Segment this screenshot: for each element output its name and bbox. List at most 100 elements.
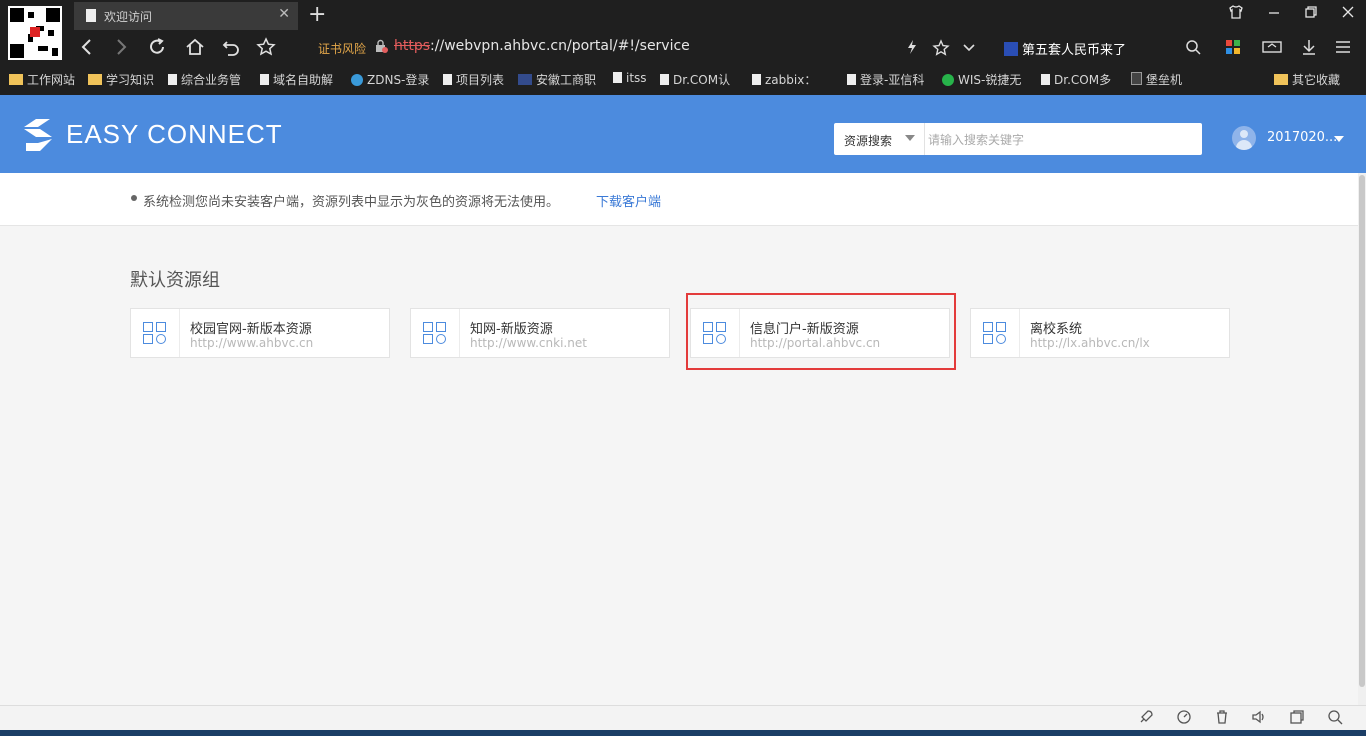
star-icon[interactable]	[256, 37, 276, 62]
page-icon	[660, 74, 669, 85]
resource-name: 知网-新版资源	[470, 322, 553, 337]
resource-card[interactable]: 校园官网-新版本资源 http://www.ahbvc.cn	[130, 308, 390, 358]
bookmark-item[interactable]: 学习知识	[88, 71, 154, 88]
bookmark-item[interactable]: Dr.COM多	[1041, 71, 1111, 88]
browser-status-bar	[0, 705, 1366, 731]
chevron-down-icon[interactable]	[962, 39, 976, 59]
download-icon[interactable]	[1301, 39, 1317, 59]
apps-grid-icon[interactable]	[1225, 39, 1241, 59]
resource-name: 校园官网-新版本资源	[190, 322, 312, 337]
folder-icon	[9, 74, 23, 85]
refresh-icon[interactable]	[147, 37, 167, 62]
bookmark-item[interactable]: Dr.COM认	[660, 71, 730, 88]
bookmark-item[interactable]: 综合业务管	[168, 71, 241, 88]
bookmark-item[interactable]: 域名自助解	[260, 71, 333, 88]
search-type-dropdown[interactable]: 资源搜索	[834, 123, 925, 155]
window-icon[interactable]	[1289, 709, 1305, 729]
client-notice: 系统检测您尚未安装客户端，资源列表中显示为灰色的资源将无法使用。 下载客户端	[0, 173, 1358, 226]
zdns-icon	[351, 74, 363, 86]
resource-group-title: 默认资源组	[130, 270, 220, 291]
zoom-icon[interactable]	[1327, 709, 1343, 729]
bookmark-item[interactable]: zabbix：	[752, 71, 816, 88]
certificate-warning[interactable]: 证书风险	[318, 40, 366, 57]
browser-chrome: 欢迎访问 ✕ + 证书风险 https://webvpn.ahbvc.cn/po…	[0, 0, 1366, 95]
back-icon[interactable]	[78, 37, 96, 62]
lock-warning-icon[interactable]	[374, 39, 388, 57]
page-icon	[847, 74, 856, 85]
page-icon	[1041, 74, 1050, 85]
new-tab-icon[interactable]: +	[308, 2, 326, 27]
bullet-icon	[131, 195, 137, 201]
resource-card[interactable]: 离校系统 http://lx.ahbvc.cn/lx	[970, 308, 1230, 358]
folder-icon	[1274, 74, 1288, 85]
app-grid-icon	[423, 322, 447, 344]
app-grid-icon	[143, 322, 167, 344]
url-scheme: https	[394, 38, 431, 54]
app-grid-icon	[983, 322, 1007, 344]
address-bar[interactable]: 证书风险 https://webvpn.ahbvc.cn/portal/#!/s…	[298, 34, 988, 62]
notice-text: 系统检测您尚未安装客户端，资源列表中显示为灰色的资源将无法使用。	[143, 195, 560, 210]
resource-search: 资源搜索	[834, 123, 1202, 155]
shirt-icon[interactable]	[1228, 4, 1244, 24]
vertical-scrollbar[interactable]	[1358, 173, 1366, 705]
lightning-icon[interactable]	[906, 39, 918, 59]
resource-name: 离校系统	[1030, 322, 1083, 337]
easyconnect-logo-icon	[20, 117, 56, 153]
folder-icon	[88, 74, 102, 85]
search-type-label: 资源搜索	[844, 134, 893, 148]
os-taskbar	[0, 730, 1366, 736]
resource-url: http://lx.ahbvc.cn/lx	[1030, 336, 1150, 350]
speed-icon[interactable]	[1176, 709, 1192, 729]
volume-icon[interactable]	[1251, 709, 1267, 729]
url-rest: ://webvpn.ahbvc.cn/portal/#!/service	[430, 38, 690, 54]
url-text[interactable]: https://webvpn.ahbvc.cn/portal/#!/servic…	[394, 38, 690, 54]
caret-down-icon[interactable]	[1334, 136, 1344, 142]
bookmark-item-other[interactable]: 其它收藏	[1274, 71, 1340, 88]
news-text: 第五套人民币来了	[1022, 43, 1127, 58]
site-icon	[518, 74, 532, 85]
resource-card[interactable]: 知网-新版资源 http://www.cnki.net	[410, 308, 670, 358]
news-icon	[1004, 42, 1018, 56]
page-icon	[443, 74, 452, 85]
tab-title: 欢迎访问	[104, 10, 153, 24]
qr-code-icon[interactable]	[8, 6, 62, 60]
wis-icon	[942, 74, 954, 86]
news-headline[interactable]: 第五套人民币来了	[1004, 39, 1126, 58]
app-header: EASY CONNECT 资源搜索 2017020...	[0, 95, 1366, 173]
scrollbar-thumb[interactable]	[1359, 175, 1365, 687]
page-icon	[168, 74, 177, 85]
username[interactable]: 2017020...	[1267, 130, 1337, 145]
forward-icon[interactable]	[112, 37, 130, 62]
minimize-icon[interactable]	[1266, 4, 1282, 24]
bookmark-item[interactable]: 工作网站	[9, 71, 75, 88]
undo-icon[interactable]	[221, 37, 241, 62]
search-input[interactable]	[926, 125, 1200, 155]
bookmark-item[interactable]: ZDNS-登录	[351, 71, 429, 88]
bookmark-item[interactable]: 登录-亚信科	[847, 71, 924, 88]
bookmark-item[interactable]: 堡垒机	[1131, 71, 1182, 88]
rocket-icon[interactable]	[1138, 709, 1154, 729]
bookmark-star-icon[interactable]	[932, 39, 950, 61]
caret-down-icon	[905, 135, 915, 141]
bookmark-item[interactable]: itss	[613, 71, 647, 85]
shield-icon	[1131, 72, 1142, 85]
resource-url: http://www.cnki.net	[470, 336, 587, 350]
search-icon[interactable]	[1185, 39, 1201, 59]
download-client-link[interactable]: 下载客户端	[596, 191, 661, 210]
restore-icon[interactable]	[1303, 4, 1319, 24]
user-avatar-icon[interactable]	[1232, 126, 1256, 150]
highlight-annotation	[686, 293, 956, 370]
screenshot-icon[interactable]	[1262, 39, 1282, 59]
page-icon	[86, 9, 96, 22]
page-icon	[613, 72, 622, 83]
menu-icon[interactable]	[1335, 39, 1351, 59]
trash-icon[interactable]	[1214, 709, 1230, 729]
close-icon[interactable]	[1340, 4, 1356, 24]
page-icon	[752, 74, 761, 85]
bookmark-item[interactable]: 项目列表	[443, 71, 504, 88]
browser-tab[interactable]: 欢迎访问 ✕	[74, 2, 298, 30]
bookmark-item[interactable]: 安徽工商职	[518, 71, 596, 88]
home-icon[interactable]	[185, 37, 205, 62]
tab-close-icon[interactable]: ✕	[278, 6, 290, 22]
bookmark-item[interactable]: WIS-锐捷无	[942, 71, 1021, 88]
